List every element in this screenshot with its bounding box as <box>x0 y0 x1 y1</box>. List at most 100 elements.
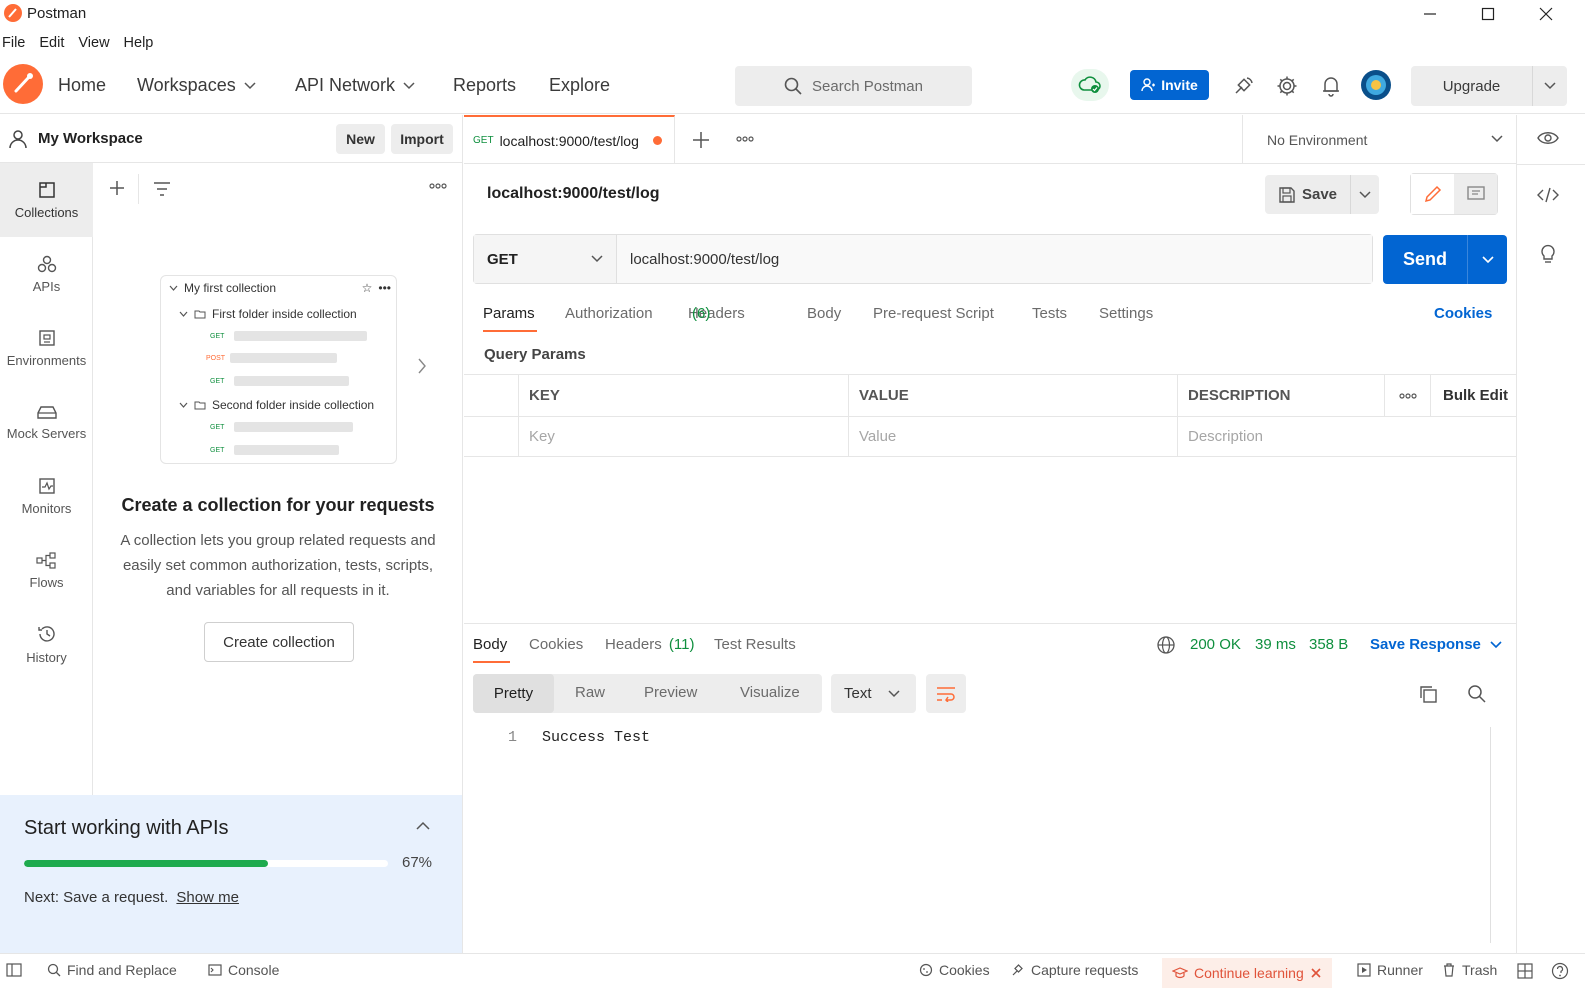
eye-icon[interactable] <box>1537 130 1559 146</box>
request-name[interactable]: localhost:9000/test/log <box>487 185 660 203</box>
console-button[interactable]: Console <box>208 962 279 978</box>
sidebar-item-collections[interactable]: Collections <box>0 163 93 237</box>
invite-button[interactable]: Invite <box>1130 70 1209 100</box>
tab-settings[interactable]: Settings <box>1099 305 1153 322</box>
toggle-sidebar-icon[interactable] <box>6 963 22 977</box>
nav-explore[interactable]: Explore <box>549 75 610 96</box>
wrap-lines-icon[interactable] <box>926 674 966 713</box>
sidebar-item-monitors[interactable]: Monitors <box>0 459 93 533</box>
nav-home[interactable]: Home <box>58 75 106 96</box>
code-icon[interactable] <box>1537 186 1559 204</box>
minimize-button[interactable] <box>1401 0 1459 28</box>
copy-icon[interactable] <box>1418 684 1438 704</box>
format-select[interactable]: Text <box>831 674 916 713</box>
save-button[interactable]: Save <box>1265 175 1350 214</box>
edit-pencil-icon[interactable] <box>1411 174 1454 214</box>
response-tab-cookies[interactable]: Cookies <box>529 636 583 653</box>
nav-reports[interactable]: Reports <box>453 75 516 96</box>
collection-filter-input[interactable] <box>138 174 418 204</box>
sidebar-item-mock-servers[interactable]: Mock Servers <box>0 385 93 459</box>
show-me-link[interactable]: Show me <box>176 889 239 906</box>
view-pretty[interactable]: Pretty <box>473 674 554 713</box>
response-time[interactable]: 39 ms <box>1255 636 1296 653</box>
nav-workspaces[interactable]: Workspaces <box>137 75 256 96</box>
upgrade-button[interactable]: Upgrade <box>1411 66 1567 106</box>
satellite-icon[interactable] <box>1232 75 1254 97</box>
cookies-link[interactable]: Cookies <box>1434 305 1492 322</box>
request-tab[interactable]: GET localhost:9000/test/log <box>464 115 675 164</box>
search-icon[interactable] <box>1467 684 1487 704</box>
filter-icon <box>153 181 171 197</box>
find-and-replace-button[interactable]: Find and Replace <box>47 962 177 978</box>
search-box[interactable]: Search Postman <box>735 66 972 106</box>
upgrade-chevron-down-icon[interactable] <box>1532 66 1567 106</box>
mock-servers-icon <box>36 404 58 420</box>
save-response-button[interactable]: Save Response <box>1370 636 1502 653</box>
response-tab-headers[interactable]: Headers (11) <box>605 636 694 653</box>
view-raw[interactable]: Raw <box>575 684 605 701</box>
value-input[interactable]: Value <box>848 416 1177 457</box>
save-options-chevron-down-icon[interactable] <box>1350 175 1379 214</box>
table-options-icon[interactable] <box>1384 375 1430 416</box>
avatar[interactable] <box>1361 70 1391 100</box>
two-pane-view-icon[interactable] <box>1517 963 1533 979</box>
trash-button[interactable]: Trash <box>1442 962 1497 978</box>
view-visualize[interactable]: Visualize <box>740 684 800 701</box>
notifications-bell-icon[interactable] <box>1321 75 1341 97</box>
response-size[interactable]: 358 B <box>1309 636 1348 653</box>
apis-icon <box>37 255 57 273</box>
send-button[interactable]: Send <box>1383 235 1467 284</box>
new-tab-plus-icon[interactable] <box>692 131 710 149</box>
url-input[interactable] <box>617 235 1372 283</box>
tab-params[interactable]: Params <box>483 305 535 322</box>
comments-icon[interactable] <box>1454 174 1497 214</box>
menu-view[interactable]: View <box>78 35 109 51</box>
continue-learning-button[interactable]: Continue learning <box>1162 958 1332 988</box>
nav-api-network[interactable]: API Network <box>295 75 415 96</box>
tab-authorization[interactable]: Authorization <box>565 305 653 322</box>
settings-gear-icon[interactable] <box>1276 75 1298 97</box>
postman-home-logo-icon[interactable] <box>3 64 43 104</box>
close-window-button[interactable] <box>1517 0 1575 28</box>
runner-button[interactable]: Runner <box>1357 962 1423 978</box>
create-collection-button[interactable]: Create collection <box>204 622 354 662</box>
more-options-icon[interactable] <box>429 182 447 190</box>
status-code[interactable]: 200 OK <box>1190 636 1241 653</box>
sidebar-item-apis[interactable]: APIs <box>0 237 93 311</box>
workspace-name: My Workspace <box>38 130 143 147</box>
sidebar-item-flows[interactable]: Flows <box>0 533 93 607</box>
import-button[interactable]: Import <box>391 124 453 154</box>
close-icon[interactable] <box>1310 967 1322 979</box>
tab-body[interactable]: Body <box>807 305 841 322</box>
maximize-button[interactable] <box>1459 0 1517 28</box>
response-body-editor[interactable]: 1 Success Test <box>473 727 1490 942</box>
key-input[interactable]: Key <box>518 416 848 457</box>
chevron-up-icon[interactable] <box>416 821 430 830</box>
bulk-edit-button[interactable]: Bulk Edit <box>1430 375 1516 416</box>
add-collection-icon[interactable] <box>108 179 126 197</box>
cookies-button[interactable]: Cookies <box>919 962 990 978</box>
tab-options-icon[interactable] <box>736 135 754 143</box>
environment-select[interactable]: No Environment <box>1242 115 1516 164</box>
method-select[interactable]: GET <box>474 235 617 283</box>
globe-icon[interactable] <box>1156 635 1176 655</box>
menu-help[interactable]: Help <box>124 35 154 51</box>
new-button[interactable]: New <box>336 124 385 154</box>
description-input[interactable]: Description <box>1177 416 1516 457</box>
response-tab-test-results[interactable]: Test Results <box>714 636 796 653</box>
lightbulb-icon[interactable] <box>1539 242 1557 264</box>
view-preview[interactable]: Preview <box>644 684 697 701</box>
sync-status-icon[interactable] <box>1071 69 1109 101</box>
capture-requests-button[interactable]: Capture requests <box>1011 962 1138 978</box>
menu-edit[interactable]: Edit <box>39 35 64 51</box>
menu-file[interactable]: File <box>2 35 25 51</box>
chevron-right-icon[interactable] <box>417 357 427 375</box>
postman-logo-icon <box>4 4 22 22</box>
sidebar-item-history[interactable]: History <box>0 607 93 681</box>
response-tab-body[interactable]: Body <box>473 636 507 653</box>
tab-pre-request-script[interactable]: Pre-request Script <box>873 305 994 322</box>
send-options-chevron-down-icon[interactable] <box>1467 235 1507 284</box>
tab-tests[interactable]: Tests <box>1032 305 1067 322</box>
help-icon[interactable] <box>1551 962 1569 980</box>
editor-scrollbar[interactable] <box>1490 727 1491 943</box>
